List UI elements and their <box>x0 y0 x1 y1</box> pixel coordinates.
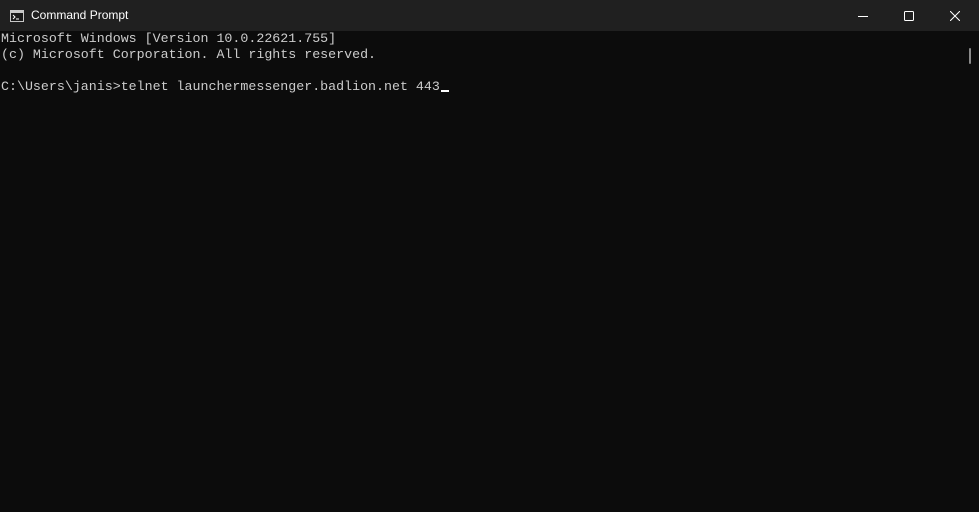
scrollbar-thumb[interactable] <box>969 48 971 64</box>
close-icon <box>950 10 960 21</box>
window-title: Command Prompt <box>31 8 129 22</box>
cmd-icon <box>10 9 24 22</box>
vertical-scrollbar[interactable] <box>962 31 979 512</box>
console-line: (c) Microsoft Corporation. All rights re… <box>1 47 377 62</box>
console-output[interactable]: Microsoft Windows [Version 10.0.22621.75… <box>0 31 962 512</box>
console-line: Microsoft Windows [Version 10.0.22621.75… <box>1 31 337 46</box>
title-bar[interactable]: Command Prompt <box>0 0 979 31</box>
maximize-button[interactable] <box>886 0 932 31</box>
text-cursor <box>440 90 449 92</box>
minimize-button[interactable] <box>840 0 886 31</box>
close-button[interactable] <box>932 0 978 31</box>
minimize-icon <box>858 11 868 21</box>
maximize-icon <box>904 10 914 21</box>
console-prompt-line[interactable]: C:\Users\janis>telnet launchermessenger.… <box>1 79 962 95</box>
command-prompt-window: Command Prompt Microsoft Windows [Versio… <box>0 0 979 512</box>
console-command: C:\Users\janis>telnet launchermessenger.… <box>1 79 440 94</box>
